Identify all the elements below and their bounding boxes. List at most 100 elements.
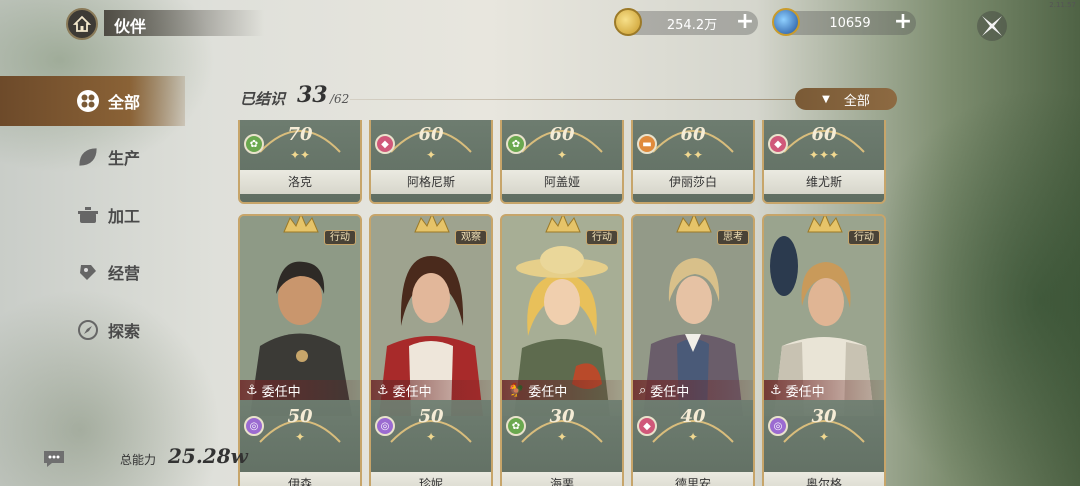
business-icon: ◆ [637, 416, 657, 436]
rank-crown-icon [414, 216, 450, 233]
explore-icon: ◎ [375, 416, 395, 436]
coin-stack-icon [76, 260, 100, 284]
partner-name: 珍妮 [371, 472, 491, 486]
partner-name: 海栗 [502, 472, 622, 486]
add-gold-button[interactable]: + [734, 11, 756, 34]
business-icon: ◆ [375, 134, 395, 154]
known-total: /62 [330, 92, 350, 106]
production-icon: ✿ [244, 134, 264, 154]
assigned-label: 委任中 [261, 384, 301, 400]
partner-name: 洛克 [240, 170, 360, 194]
sidebar-item-business[interactable]: 经营 [0, 247, 185, 297]
home-button[interactable] [66, 8, 98, 40]
known-count: 33 [297, 82, 328, 108]
rank-crown-icon [283, 216, 319, 233]
filter-dropdown[interactable]: ▼ 全部 [795, 88, 897, 110]
card-info: 40 ✦ ◆ 德里安 [633, 400, 753, 486]
pot-icon [76, 203, 100, 227]
close-button[interactable] [976, 10, 1008, 42]
assigned-banner: 🐓 委任中 [502, 380, 622, 400]
chat-icon [44, 451, 64, 467]
status-badge: 行动 [848, 230, 880, 245]
page-title: 伙伴 [104, 10, 264, 36]
rank-crown-icon [807, 216, 843, 233]
anchor-icon: ⚓ [246, 382, 258, 398]
gold-currency: 254.2万 + [614, 8, 758, 36]
assigned-label: 委任中 [650, 384, 690, 400]
partner-card[interactable]: 70 ✦✦ ✿ 洛克 [238, 120, 362, 204]
assigned-label: 委任中 [785, 384, 825, 400]
assigned-label: 委任中 [392, 384, 432, 400]
partner-name: 伊森 [240, 472, 360, 486]
production-icon: ✿ [506, 416, 526, 436]
sidebar-item-all[interactable]: 全部 [0, 76, 185, 126]
known-label: 已结识 [240, 90, 286, 108]
partner-name: 阿格尼斯 [371, 170, 491, 194]
rank-crown-icon [545, 216, 581, 233]
partner-name: 阿盖娅 [502, 170, 622, 194]
assigned-label: 委任中 [528, 384, 568, 400]
chat-button[interactable] [42, 449, 66, 469]
card-info: 60 ✦ ◆ 阿格尼斯 [371, 120, 491, 202]
partner-card[interactable]: 60 ✦✦✦ ◆ 维尤斯 [762, 120, 886, 204]
gold-amount: 254.2万 [666, 17, 718, 33]
card-info: 50 ✦ ◎ 伊森 [240, 400, 360, 486]
partner-grid: 70 ✦✦ ✿ 洛克 60 ✦ ◆ 阿格尼斯 60 ✦ ✿ 阿盖娅 60 ✦✦ … [238, 120, 890, 486]
partner-card[interactable]: 60 ✦✦ ▬ 伊丽莎白 [631, 120, 755, 204]
gem-icon [772, 8, 800, 36]
top-bar: 伙伴 254.2万 + 10659 + [0, 0, 1080, 50]
explore-icon: ◎ [768, 416, 788, 436]
sidebar-item-label: 生产 [108, 149, 141, 168]
sidebar-item-processing[interactable]: 加工 [0, 190, 185, 240]
partner-card[interactable]: 行动 🐓 委任中 30 ✦ ✿ 海栗 [500, 214, 624, 486]
assigned-banner: ⚓ 委任中 [240, 380, 360, 400]
chicken-icon: 🐓 [508, 382, 525, 398]
assigned-banner: ⌕ 委任中 [633, 380, 753, 400]
divider [350, 99, 795, 100]
assigned-banner: ⚓ 委任中 [764, 380, 884, 400]
card-info: 30 ✦ ✿ 海栗 [502, 400, 622, 486]
partner-card[interactable]: 行动 ⚓ 委任中 30 ✦ ◎ 奥尔格 [762, 214, 886, 486]
all-grid-icon [76, 89, 100, 113]
status-badge: 行动 [586, 230, 618, 245]
sidebar-item-explore[interactable]: 探索 [0, 305, 185, 355]
partner-card[interactable]: 思考 ⌕ 委任中 40 ✦ ◆ 德里安 [631, 214, 755, 486]
assigned-banner: ⚓ 委任中 [371, 380, 491, 400]
chevron-down-icon: ▼ [822, 93, 830, 105]
coin-icon [614, 8, 642, 36]
gem-currency: 10659 + [772, 8, 916, 36]
partner-card[interactable]: 观察 ⚓ 委任中 50 ✦ ◎ 珍妮 [369, 214, 493, 486]
add-gem-button[interactable]: + [892, 11, 914, 34]
card-info: 60 ✦ ✿ 阿盖娅 [502, 120, 622, 202]
filter-label: 全部 [843, 93, 870, 109]
partner-name: 德里安 [633, 472, 753, 486]
status-badge: 思考 [717, 230, 749, 245]
status-badge: 行动 [324, 230, 356, 245]
card-info: 60 ✦✦ ▬ 伊丽莎白 [633, 120, 753, 202]
close-icon [977, 11, 1007, 41]
status-badge: 观察 [455, 230, 487, 245]
sidebar-item-label: 经营 [108, 264, 141, 283]
compass-icon [76, 318, 100, 342]
sidebar-item-label: 加工 [108, 207, 141, 226]
gem-amount: 10659 [829, 15, 871, 31]
card-info: 50 ✦ ◎ 珍妮 [371, 400, 491, 486]
sidebar-item-production[interactable]: 生产 [0, 132, 185, 182]
partner-card[interactable]: 60 ✦ ✿ 阿盖娅 [500, 120, 624, 204]
production-icon: ✿ [506, 134, 526, 154]
sidebar-item-label: 全部 [108, 93, 141, 112]
total-power-label: 总能力 [120, 453, 157, 467]
explore-icon: ◎ [244, 416, 264, 436]
processing-icon: ▬ [637, 134, 657, 154]
partner-card[interactable]: 60 ✦ ◆ 阿格尼斯 [369, 120, 493, 204]
sidebar-item-label: 探索 [108, 322, 141, 341]
partner-name: 伊丽莎白 [633, 170, 753, 194]
partner-card[interactable]: 行动 ⚓ 委任中 50 ✦ ◎ 伊森 [238, 214, 362, 486]
card-info: 60 ✦✦✦ ◆ 维尤斯 [764, 120, 884, 202]
partner-name: 奥尔格 [764, 472, 884, 486]
rank-crown-icon [676, 216, 712, 233]
anchor-icon: ⚓ [770, 382, 782, 398]
card-info: 30 ✦ ◎ 奥尔格 [764, 400, 884, 486]
partner-name: 维尤斯 [764, 170, 884, 194]
total-power-value: 25.28w [168, 444, 248, 468]
